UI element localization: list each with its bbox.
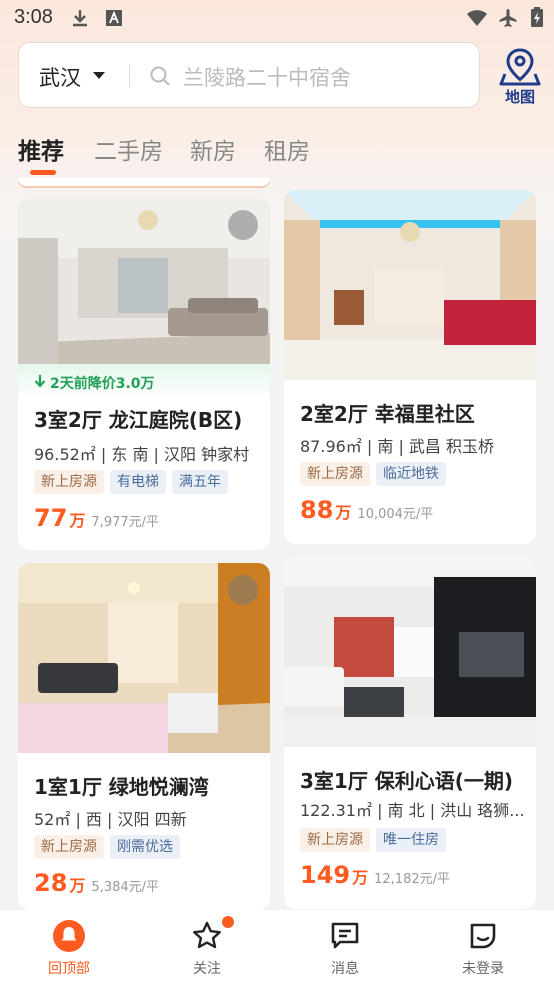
caret-down-icon[interactable] xyxy=(93,72,105,79)
nav-label: 回顶部 xyxy=(48,961,90,977)
arrow-down-icon xyxy=(34,375,46,388)
active-tab-indicator xyxy=(30,170,56,175)
city-selector[interactable]: 武汉 xyxy=(39,62,81,92)
battery-charging-icon xyxy=(531,7,543,27)
search-input[interactable]: 兰陵路二十中宿舍 xyxy=(183,62,351,92)
star-icon xyxy=(193,921,221,949)
price-value: 28 xyxy=(34,869,68,897)
user-icon xyxy=(470,923,496,949)
price-value: 88 xyxy=(300,496,334,524)
listing-photo xyxy=(284,557,536,747)
map-button[interactable]: 地图 xyxy=(496,48,544,108)
unit-price: 5,384元/平 xyxy=(91,880,160,895)
unit-price: 12,182元/平 xyxy=(374,872,450,887)
price-unit: 万 xyxy=(352,868,369,887)
listing-meta: 52㎡ | 西 | 汉阳 四新 xyxy=(34,810,187,829)
tag: 唯一住房 xyxy=(376,828,446,852)
nav-messages[interactable]: 消息 xyxy=(276,910,414,984)
listing-title: 1室1厅 绿地悦澜湾 xyxy=(34,775,209,799)
listing-price: 88 万 10,004元/平 xyxy=(300,496,433,524)
bottom-navigation: 回顶部 关注 消息 未登录 xyxy=(0,910,554,984)
nav-back-to-top[interactable]: 回顶部 xyxy=(0,910,138,984)
tag: 刚需优选 xyxy=(110,835,180,859)
notification-a-icon xyxy=(106,10,122,26)
vr-icon xyxy=(228,575,258,605)
listing-card[interactable]: 2室2厅 幸福里社区 87.96㎡ | 南 | 武昌 积玉桥 新上房源 临近地铁 … xyxy=(284,190,536,544)
listing-title: 2室2厅 幸福里社区 xyxy=(300,402,475,426)
listing-meta: 122.31㎡ | 南 北 | 洪山 珞狮... xyxy=(300,801,525,820)
listing-card[interactable]: 3室1厅 保利心语(一期) 122.31㎡ | 南 北 | 洪山 珞狮... 新… xyxy=(284,557,536,909)
listing-photo xyxy=(284,190,536,380)
listing-title: 3室2厅 龙江庭院(B区) xyxy=(34,408,243,432)
tag: 新上房源 xyxy=(34,835,104,859)
listing-price: 149 万 12,182元/平 xyxy=(300,861,450,889)
listing-price: 28 万 5,384元/平 xyxy=(34,869,159,897)
tag: 新上房源 xyxy=(300,828,370,852)
price-drop-text: 2天前降价3.0万 xyxy=(50,376,155,392)
listing-card[interactable]: 1室1厅 绿地悦澜湾 52㎡ | 西 | 汉阳 四新 新上房源 刚需优选 28 万 5… xyxy=(18,563,270,910)
status-bar: 3:08 xyxy=(0,0,554,36)
price-value: 149 xyxy=(300,861,351,889)
listing-tags: 新上房源 临近地铁 xyxy=(300,462,452,486)
price-unit: 万 xyxy=(335,503,352,522)
unit-price: 7,977元/平 xyxy=(91,515,160,530)
nav-label: 关注 xyxy=(193,961,221,977)
listing-tags: 新上房源 刚需优选 xyxy=(34,835,186,859)
price-drop-banner: 2天前降价3.0万 xyxy=(18,364,270,400)
listing-card[interactable]: 2天前降价3.0万 3室2厅 龙江庭院(B区) 96.52㎡ | 东 南 | 汉… xyxy=(18,198,270,550)
status-time: 3:08 xyxy=(14,6,53,28)
listing-title: 3室1厅 保利心语(一期) xyxy=(300,769,514,793)
listing-tags: 新上房源 唯一住房 xyxy=(300,828,452,852)
price-unit: 万 xyxy=(69,511,86,530)
tag: 满五年 xyxy=(172,470,228,494)
home-bell-icon xyxy=(53,920,85,952)
airplane-icon xyxy=(499,9,517,27)
listing-tags: 新上房源 有电梯 满五年 xyxy=(34,470,234,494)
map-pin-icon xyxy=(499,48,541,86)
notification-dot xyxy=(222,916,234,928)
vr-icon xyxy=(228,210,258,240)
listing-price: 77 万 7,977元/平 xyxy=(34,504,159,532)
message-icon xyxy=(331,922,359,949)
divider xyxy=(129,65,130,87)
tab-second-hand[interactable]: 二手房 xyxy=(94,132,163,166)
price-unit: 万 xyxy=(69,876,86,895)
tag: 新上房源 xyxy=(34,470,104,494)
price-value: 77 xyxy=(34,504,68,532)
previous-card-edge xyxy=(18,178,270,186)
tab-new-homes[interactable]: 新房 xyxy=(190,132,236,166)
search-bar[interactable]: 武汉 兰陵路二十中宿舍 xyxy=(18,42,480,108)
nav-label: 未登录 xyxy=(462,961,504,977)
download-icon xyxy=(73,10,87,27)
tag: 新上房源 xyxy=(300,462,370,486)
tab-recommend[interactable]: 推荐 xyxy=(18,132,64,166)
tag: 有电梯 xyxy=(110,470,166,494)
map-label: 地图 xyxy=(504,88,535,106)
listing-meta: 87.96㎡ | 南 | 武昌 积玉桥 xyxy=(300,437,495,456)
nav-login[interactable]: 未登录 xyxy=(414,910,552,984)
nav-favorites[interactable]: 关注 xyxy=(138,910,276,984)
search-icon xyxy=(150,66,170,86)
tab-rental[interactable]: 租房 xyxy=(264,132,310,166)
unit-price: 10,004元/平 xyxy=(357,507,434,522)
nav-label: 消息 xyxy=(331,961,359,977)
tag: 临近地铁 xyxy=(376,462,446,486)
listing-meta: 96.52㎡ | 东 南 | 汉阳 钟家村 xyxy=(34,445,250,464)
wifi-icon xyxy=(467,10,487,26)
